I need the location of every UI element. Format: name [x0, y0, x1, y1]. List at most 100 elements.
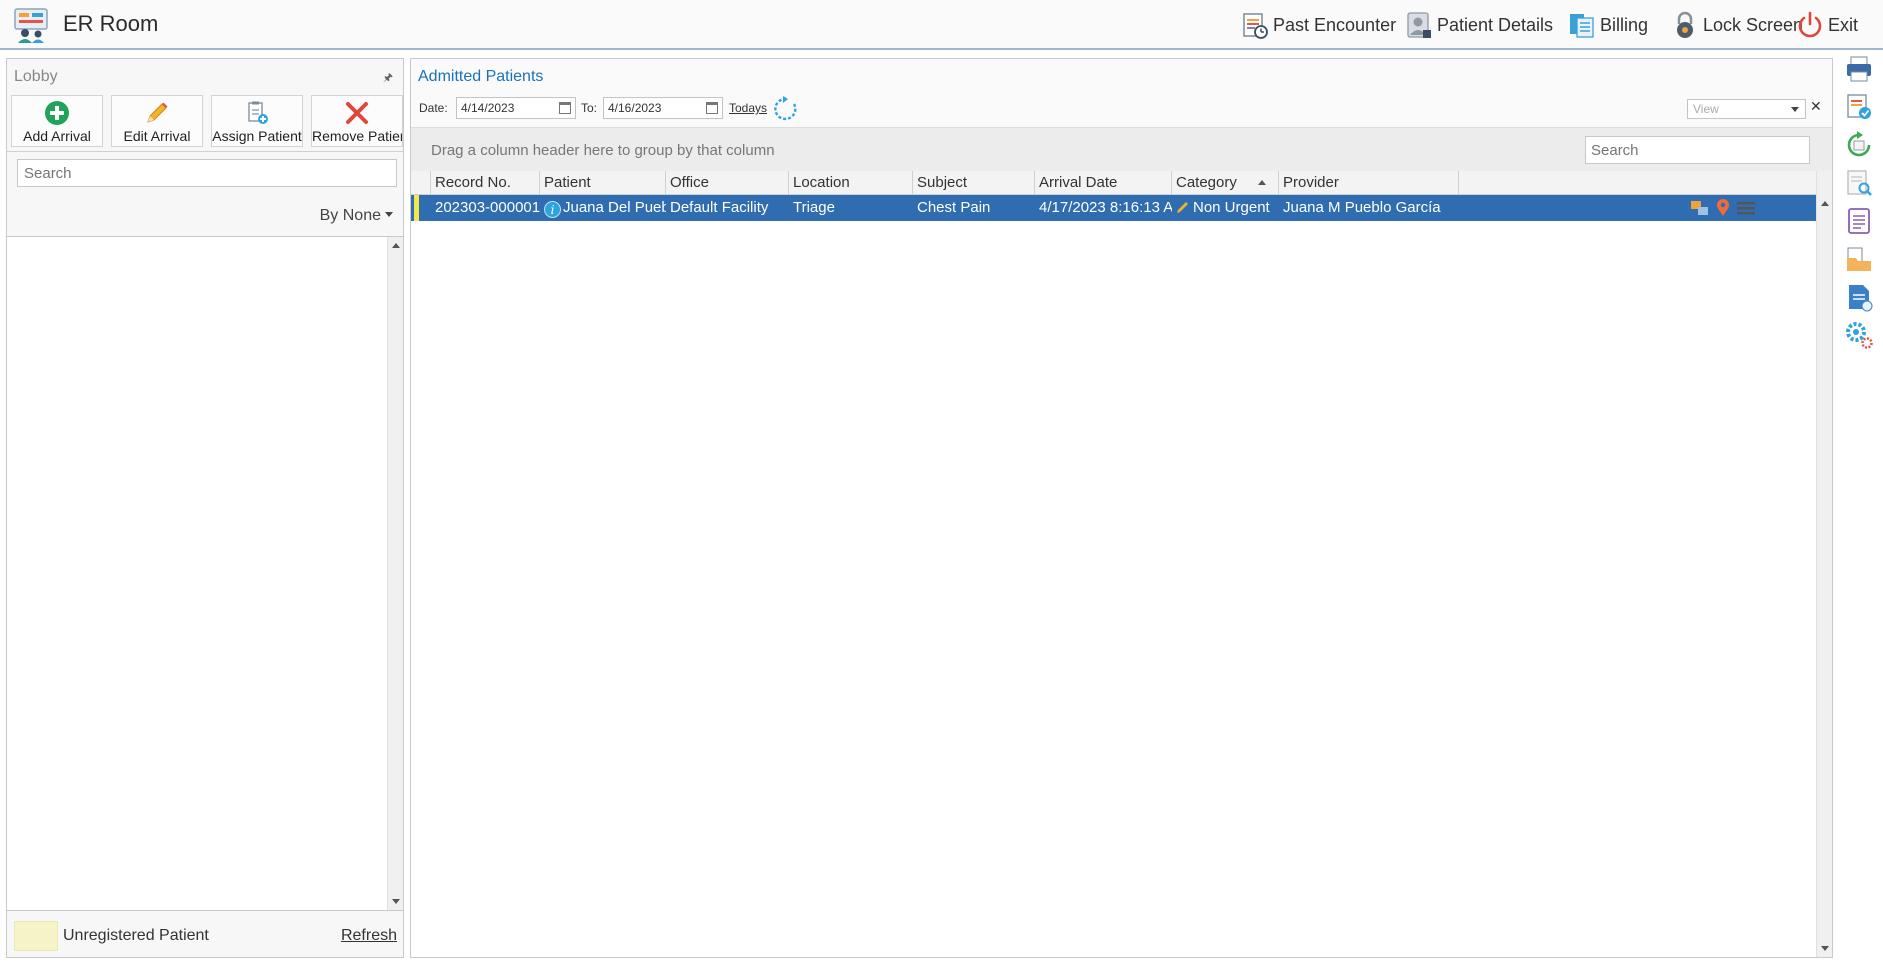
assign-patient-button[interactable]: Assign Patient: [211, 95, 303, 147]
cell-patient: iJuana Del Pueblo: [540, 195, 666, 221]
exit-button[interactable]: Exit: [1795, 8, 1858, 42]
clear-view-icon[interactable]: ✕: [1810, 98, 1822, 115]
header-provider[interactable]: Provider: [1279, 171, 1459, 195]
document-icon[interactable]: [1844, 282, 1874, 312]
clipboard-list-icon[interactable]: [1844, 206, 1874, 236]
header-office[interactable]: Office: [666, 171, 789, 195]
cell-arrival-date: 4/17/2023 8:16:13 AM: [1039, 199, 1172, 216]
group-hint: Drag a column header here to group by th…: [431, 142, 775, 159]
scroll-up-icon[interactable]: [1821, 201, 1829, 206]
assign-patient-label: Assign Patient: [212, 128, 302, 144]
to-date-value: 4/16/2023: [608, 101, 662, 115]
cell-provider: Juana M Pueblo García: [1283, 199, 1441, 216]
header-actions: [1459, 171, 1584, 195]
er-room-app-icon: [14, 8, 48, 43]
scroll-down-icon[interactable]: [392, 899, 400, 904]
billing-icon: [1570, 14, 1594, 38]
group-by-dropdown[interactable]: By None: [320, 207, 393, 225]
table-row[interactable]: 202303-0000013 iJuana Del Pueblo Default…: [411, 195, 1816, 221]
header-subject[interactable]: Subject: [913, 171, 1035, 195]
app-title: ER Room: [63, 11, 159, 36]
past-encounter-icon: [1243, 13, 1268, 39]
lobby-search-input[interactable]: [17, 159, 397, 187]
header-category-label: Category: [1176, 174, 1237, 191]
unregistered-swatch: [14, 921, 58, 951]
todays-link[interactable]: Todays: [729, 101, 767, 115]
title-bar: ER Room Past Encounter Patient Details B…: [0, 0, 1883, 50]
cell-location: Triage: [793, 199, 835, 216]
cell-category-label: Non Urgent: [1193, 199, 1270, 216]
checklist-icon[interactable]: [1844, 92, 1874, 122]
menu-icon[interactable]: [1736, 199, 1756, 217]
calendar-icon[interactable]: [706, 102, 718, 114]
to-label: To:: [581, 101, 598, 115]
settings-gears-icon[interactable]: [1844, 320, 1874, 350]
header-arrival-date[interactable]: Arrival Date: [1035, 171, 1172, 195]
patient-details-icon: [1407, 12, 1431, 38]
lock-screen-label: Lock Screen: [1703, 14, 1804, 35]
group-by-area[interactable]: Drag a column header here to group by th…: [411, 127, 1832, 171]
to-date-field[interactable]: 4/16/2023: [603, 97, 723, 119]
header-record-no[interactable]: Record No.: [431, 171, 540, 195]
header-patient[interactable]: Patient: [540, 171, 666, 195]
sort-ascending-icon: [1258, 180, 1266, 185]
power-icon: [1798, 11, 1822, 38]
row-status-marker: [414, 195, 419, 221]
view-dropdown[interactable]: View: [1687, 99, 1806, 119]
lobby-list: [7, 236, 403, 911]
lobby-title: Lobby: [14, 68, 58, 85]
lobby-scrollbar[interactable]: [387, 237, 403, 910]
add-arrival-label: Add Arrival: [23, 128, 91, 144]
patient-details-label: Patient Details: [1437, 14, 1554, 35]
location-pin-icon[interactable]: [1716, 199, 1730, 217]
lock-screen-button[interactable]: Lock Screen: [1670, 8, 1803, 42]
pencil-icon[interactable]: [1176, 200, 1190, 214]
right-sidebar: [1838, 52, 1878, 402]
billing-label: Billing: [1600, 14, 1649, 35]
edit-arrival-button[interactable]: Edit Arrival: [111, 95, 203, 147]
pin-icon[interactable]: 🖈: [383, 69, 393, 88]
info-icon[interactable]: i: [544, 201, 561, 218]
grid-scrollbar[interactable]: [1816, 171, 1832, 957]
past-encounter-label: Past Encounter: [1273, 14, 1397, 35]
admitted-patients-panel: Admitted Patients Date: 4/14/2023 To: 4/…: [410, 58, 1833, 958]
lock-icon: [1677, 11, 1693, 38]
refresh-link[interactable]: Refresh: [341, 927, 397, 945]
scroll-up-icon[interactable]: [392, 243, 400, 248]
remove-patient-label: Remove Patient: [312, 128, 403, 144]
scroll-down-icon[interactable]: [1821, 946, 1829, 951]
grid-search-input[interactable]: [1585, 136, 1810, 164]
date-label: Date:: [419, 101, 448, 115]
edit-arrival-label: Edit Arrival: [123, 128, 191, 144]
header-location[interactable]: Location: [789, 171, 913, 195]
from-date-value: 4/14/2023: [461, 101, 515, 115]
cell-category: Non Urgent: [1172, 195, 1279, 221]
document-search-icon[interactable]: [1844, 168, 1874, 198]
lobby-panel: Lobby 🖈 Add Arrival Edit Arrival Assign …: [6, 58, 404, 958]
remove-patient-button[interactable]: Remove Patient: [311, 95, 403, 147]
cell-subject: Chest Pain: [917, 199, 991, 216]
close-icon: [346, 102, 368, 124]
assign-patient-icon: [248, 101, 268, 124]
add-icon: [45, 101, 69, 125]
folder-icon[interactable]: [1844, 244, 1874, 274]
past-encounter-button[interactable]: Past Encounter: [1240, 8, 1396, 42]
unregistered-legend-label: Unregistered Patient: [63, 927, 209, 944]
patient-details-button[interactable]: Patient Details: [1404, 8, 1553, 42]
billing-button[interactable]: Billing: [1567, 8, 1648, 42]
from-date-field[interactable]: 4/14/2023: [456, 97, 576, 119]
history-icon[interactable]: [1844, 130, 1874, 160]
pencil-icon: [147, 102, 168, 123]
calendar-icon[interactable]: [559, 102, 571, 114]
header-category[interactable]: Category: [1172, 171, 1279, 195]
cell-record-no: 202303-0000013: [435, 199, 540, 216]
refresh-icon[interactable]: [772, 95, 800, 123]
printer-icon[interactable]: [1844, 54, 1874, 84]
header-indicator: [411, 171, 431, 195]
cell-patient-name: Juana Del Pueblo: [563, 199, 666, 216]
row-actions: [1690, 199, 1756, 217]
add-arrival-button[interactable]: Add Arrival: [11, 95, 103, 147]
exit-label: Exit: [1828, 14, 1859, 35]
admitted-grid: Record No. Patient Office Location Subje…: [411, 171, 1816, 957]
transfer-icon[interactable]: [1690, 199, 1710, 217]
